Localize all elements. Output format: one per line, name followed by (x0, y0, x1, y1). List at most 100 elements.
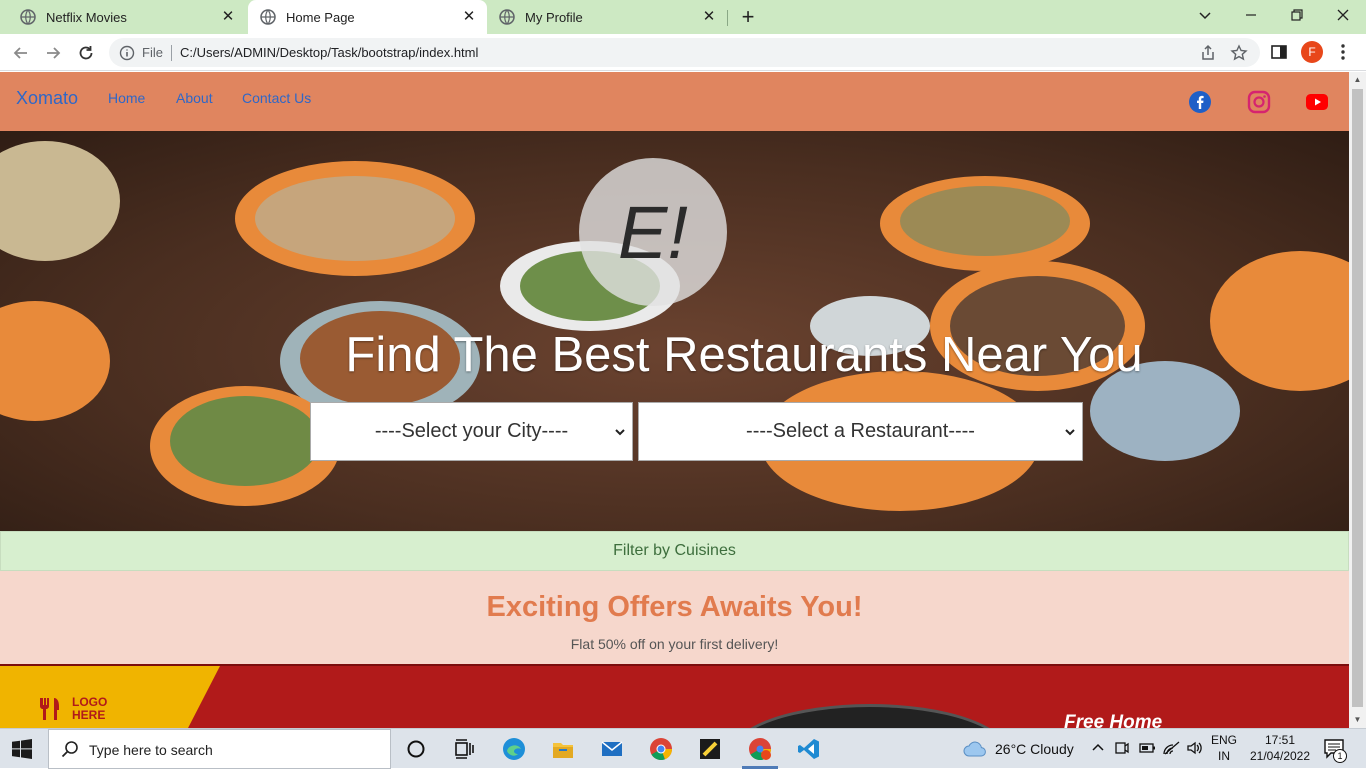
facebook-icon[interactable] (1188, 90, 1212, 114)
brand-link[interactable]: Xomato (16, 88, 78, 109)
globe-icon (499, 9, 515, 25)
restaurant-select[interactable]: ----Select a Restaurant---- (638, 402, 1083, 461)
promo-banner: LOGO HERE Free Home (0, 664, 1349, 728)
nav-link-contact-us[interactable]: Contact Us (242, 90, 311, 106)
weather-cloud-icon[interactable] (962, 739, 988, 759)
info-icon[interactable] (119, 45, 135, 61)
clock[interactable]: 17:51 21/04/2022 (1244, 733, 1316, 763)
weather-text[interactable]: 26°C Cloudy (995, 741, 1074, 757)
food-plate-image (900, 186, 1070, 256)
close-icon (1337, 9, 1349, 21)
banner-logo-panel (0, 666, 220, 728)
restore-icon (1291, 9, 1303, 21)
forward-button[interactable] (41, 41, 65, 65)
arrow-left-icon (13, 47, 27, 59)
clock-date: 21/04/2022 (1249, 749, 1311, 763)
battery-icon[interactable] (1139, 741, 1156, 755)
page-viewport: Xomato Home About Contact Us E! Find The… (0, 72, 1349, 728)
tab-title: Home Page (286, 9, 355, 25)
close-tab-icon[interactable]: ✕ (701, 9, 717, 25)
fork-knife-icon (40, 698, 59, 720)
browser-toolbar: File C:/Users/ADMIN/Desktop/Task/bootstr… (0, 34, 1366, 71)
windows-taskbar: Type here to search 26°C Cloudy ENG IN 1… (0, 728, 1366, 769)
tab-search-button[interactable] (1182, 0, 1228, 30)
search-icon (61, 741, 78, 758)
volume-icon[interactable] (1186, 740, 1204, 756)
page-scrollbar[interactable]: ▲ ▼ (1349, 72, 1366, 728)
scheme-label: File (142, 45, 163, 60)
url-text[interactable]: C:/Users/ADMIN/Desktop/Task/bootstrap/in… (180, 45, 478, 60)
browser-tab-strip: Netflix Movies ✕ Home Page ✕ My Profile … (0, 0, 1366, 34)
scroll-up-arrow-icon[interactable]: ▲ (1353, 75, 1362, 84)
restaurant-select-value: ----Select a Restaurant---- (746, 420, 975, 442)
nav-link-about[interactable]: About (176, 90, 213, 106)
language-line2: IN (1218, 749, 1230, 763)
clock-time: 17:51 (1264, 733, 1296, 747)
banner-logo-line2: HERE (72, 708, 106, 722)
notification-count-badge: 1 (1333, 749, 1347, 763)
chevron-up-icon[interactable] (1091, 741, 1105, 755)
language-indicator[interactable]: ENG IN (1208, 733, 1240, 763)
profile-avatar[interactable]: F (1301, 41, 1323, 63)
meet-now-icon[interactable] (1114, 740, 1130, 756)
offers-section: Exciting Offers Awaits You! Flat 50% off… (0, 571, 1349, 664)
city-select-value: ----Select your City---- (374, 420, 569, 442)
nav-link-home[interactable]: Home (108, 90, 145, 106)
side-panel-icon[interactable] (1270, 43, 1288, 61)
share-icon[interactable] (1199, 44, 1217, 62)
bookmark-star-icon[interactable] (1230, 44, 1248, 62)
edge-browser-icon[interactable] (502, 737, 526, 761)
site-navbar: Xomato Home About Contact Us (0, 72, 1349, 131)
taskbar-search-box[interactable]: Type here to search (48, 729, 391, 769)
file-explorer-icon[interactable] (551, 737, 575, 761)
city-select[interactable]: ----Select your City---- (310, 402, 633, 461)
chevron-down-icon (1199, 12, 1211, 20)
reload-button[interactable] (74, 41, 98, 65)
offers-subtitle: Flat 50% off on your first delivery! (570, 636, 779, 652)
chrome-profile-icon[interactable] (748, 737, 772, 761)
close-tab-icon[interactable]: ✕ (220, 9, 236, 25)
tab-title: Netflix Movies (46, 9, 127, 25)
tab-home-page[interactable]: Home Page ✕ (248, 0, 487, 34)
scroll-down-arrow-icon[interactable]: ▼ (1353, 715, 1362, 724)
tab-separator (727, 10, 728, 26)
new-tab-button[interactable]: + (737, 6, 759, 28)
tab-title: My Profile (525, 9, 583, 25)
mail-icon[interactable] (600, 737, 624, 761)
close-window-button[interactable] (1320, 0, 1366, 30)
globe-icon (20, 9, 36, 25)
scrollbar-thumb[interactable] (1352, 89, 1363, 707)
filter-by-cuisines-button[interactable]: Filter by Cuisines (0, 531, 1349, 571)
site-logo-badge: E! (579, 158, 727, 306)
food-plate-image (170, 396, 320, 486)
taskbar-search-placeholder: Type here to search (89, 742, 213, 758)
chevron-down-icon (615, 429, 625, 436)
wifi-icon[interactable] (1163, 740, 1181, 756)
chevron-down-icon (1065, 429, 1075, 436)
instagram-icon[interactable] (1247, 90, 1271, 114)
youtube-icon[interactable] (1305, 90, 1329, 114)
tab-netflix-movies[interactable]: Netflix Movies ✕ (0, 0, 246, 34)
restore-button[interactable] (1274, 0, 1320, 30)
globe-icon (260, 9, 276, 25)
minimize-button[interactable] (1228, 0, 1274, 30)
back-button[interactable] (9, 41, 33, 65)
sticky-notes-icon[interactable] (698, 737, 722, 761)
address-bar[interactable]: File C:/Users/ADMIN/Desktop/Task/bootstr… (109, 38, 1260, 67)
food-bowl-image (730, 704, 1010, 728)
banner-tagline: Free Home (1064, 712, 1163, 728)
chrome-icon[interactable] (649, 737, 673, 761)
task-view-icon[interactable] (452, 737, 476, 761)
tab-my-profile[interactable]: My Profile ✕ (487, 0, 727, 34)
address-divider (171, 45, 172, 61)
arrow-right-icon (47, 47, 61, 59)
vscode-icon[interactable] (797, 737, 821, 761)
cortana-icon[interactable] (404, 737, 428, 761)
more-menu-icon[interactable] (1336, 42, 1350, 62)
windows-start-icon[interactable] (12, 739, 32, 759)
reload-icon (79, 46, 93, 60)
minimize-icon (1246, 14, 1256, 16)
logo-text: E! (618, 191, 688, 274)
close-tab-icon[interactable]: ✕ (461, 9, 477, 25)
language-line1: ENG (1210, 733, 1237, 747)
